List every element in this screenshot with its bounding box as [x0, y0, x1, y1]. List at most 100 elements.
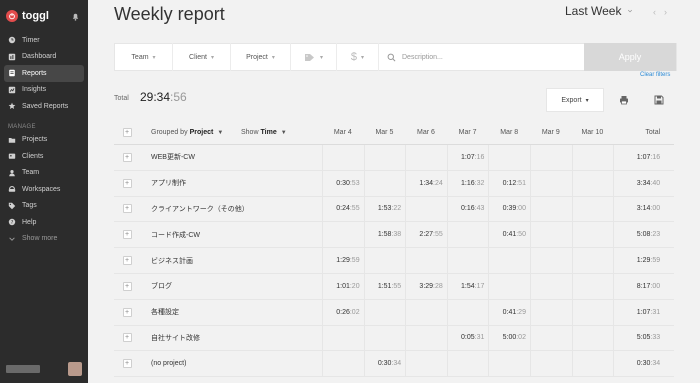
sidebar-show-more[interactable]: Show more — [0, 231, 88, 248]
export-button[interactable]: Export ▾ — [546, 88, 604, 112]
sidebar-item-clients[interactable]: Clients — [0, 148, 88, 165]
table-row[interactable]: + クライアントワーク（その他） 0:24:55 1:53:22 0:16:43 0:39… — [114, 196, 674, 223]
table-row[interactable]: + コード作成-CW 1:58:38 2:27:55 0:41:50 5:08:23 — [114, 222, 674, 249]
save-icon — [654, 95, 664, 105]
time-seconds: :20 — [349, 282, 360, 290]
sidebar-item-tags[interactable]: Tags — [0, 198, 88, 215]
time-hours: 1:16 — [461, 179, 475, 187]
print-button[interactable] — [609, 88, 639, 112]
apply-button[interactable]: Apply — [584, 43, 676, 71]
total-seconds: :34 — [650, 360, 661, 368]
day-cell — [488, 145, 530, 170]
user-name-blurred — [6, 365, 40, 373]
day-cell: 0:41:50 — [488, 222, 530, 248]
chevron-down-icon: ▾ — [271, 54, 275, 61]
table-row[interactable]: + ブログ 1:01:20 1:51:55 3:29:28 1:54:17 8:17:00 — [114, 273, 674, 300]
save-report-button[interactable] — [644, 88, 674, 112]
expand-row-button[interactable]: + — [122, 152, 132, 162]
total-seconds: :40 — [650, 179, 661, 187]
tags-filter[interactable]: ▾ — [291, 43, 337, 71]
day-cell — [571, 351, 614, 377]
brand[interactable]: toggl — [6, 10, 49, 22]
reports-icon — [8, 69, 16, 77]
search-icon — [387, 53, 396, 61]
day-cell — [571, 325, 614, 351]
chevron-left-icon[interactable]: ‹ — [653, 7, 656, 17]
expand-row-button[interactable]: + — [122, 281, 132, 291]
sidebar-item-label: Timer — [22, 36, 40, 44]
day-cell — [322, 145, 364, 170]
day-cell — [405, 145, 447, 170]
time-hours: 0:26 — [336, 308, 350, 316]
sidebar-item-timer[interactable]: Timer — [0, 32, 88, 49]
project-name: ビジネス計画 — [151, 257, 193, 265]
table-row[interactable]: + 自社サイト改修 0:05:31 5:00:02 5:05:33 — [114, 325, 674, 352]
expand-row-button[interactable]: + — [122, 204, 132, 214]
sidebar-item-insights[interactable]: Insights — [0, 82, 88, 99]
chevron-right-icon[interactable]: › — [664, 7, 667, 17]
time-seconds: :22 — [391, 205, 402, 213]
show-value: Time — [260, 129, 277, 136]
expand-row-button[interactable]: + — [122, 256, 132, 266]
project-filter[interactable]: Project ▾ — [231, 43, 291, 71]
day-cell — [405, 196, 447, 222]
expand-row-button[interactable]: + — [122, 230, 132, 240]
clear-filters-link[interactable]: Clear filters — [640, 72, 670, 78]
period-selector[interactable]: Last Week — [565, 4, 633, 18]
grouped-by-selector[interactable]: Grouped by Project ▼ — [140, 129, 225, 136]
table-row[interactable]: + ビジネス計画 1:29:59 1:29:59 — [114, 248, 674, 274]
project-name: WEB更新-CW — [151, 154, 195, 162]
sidebar-item-team[interactable]: Team — [0, 165, 88, 182]
time-hours: 1:54 — [461, 282, 475, 290]
day-header-mar-6: Mar 6 — [417, 129, 435, 136]
sidebar-item-saved-reports[interactable]: Saved Reports — [0, 98, 88, 115]
bell-icon[interactable] — [71, 12, 80, 21]
expand-row-button[interactable]: + — [122, 307, 132, 317]
sidebar-item-label: Help — [22, 218, 37, 226]
expand-row-button[interactable]: + — [122, 178, 132, 188]
day-cell — [363, 299, 406, 325]
day-cell: 1:58:38 — [363, 222, 406, 248]
dashboard-icon — [8, 53, 16, 61]
total-seconds: :00 — [650, 205, 661, 213]
day-cell — [363, 248, 406, 273]
tag-icon — [304, 53, 314, 61]
search-input[interactable]: Description... — [402, 54, 443, 61]
expand-row-button[interactable]: + — [122, 359, 132, 369]
expand-all-button[interactable]: + — [122, 128, 132, 137]
user-profile[interactable] — [6, 361, 82, 377]
expand-row-button[interactable]: + — [122, 333, 132, 343]
sidebar: toggl Timer Dashboard Reports Insights S… — [0, 0, 88, 383]
project-filter-label: Project — [246, 53, 268, 61]
description-search[interactable]: Description... — [379, 53, 584, 62]
table-row[interactable]: + アプリ制作 0:30:53 1:34:24 1:16:32 0:12:51 3:34:4… — [114, 170, 674, 197]
sidebar-item-workspaces[interactable]: Workspaces — [0, 181, 88, 198]
sidebar-item-label: Projects — [22, 136, 48, 144]
time-seconds: :38 — [391, 231, 402, 239]
help-icon: ? — [8, 218, 16, 226]
sidebar-item-label: Reports — [22, 69, 47, 77]
day-cell — [571, 170, 614, 196]
billable-filter[interactable]: $ ▾ — [337, 43, 379, 71]
day-cell — [322, 325, 364, 351]
page-title: Weekly report — [114, 4, 225, 24]
total-hours: 8:17 — [636, 282, 651, 290]
sidebar-item-reports[interactable]: Reports — [4, 65, 84, 82]
total-hours: 29:34 — [140, 90, 171, 104]
chevron-down-icon: ▾ — [319, 54, 323, 61]
table-row[interactable]: + 各種設定 0:26:02 0:41:29 1:07:31 — [114, 299, 674, 326]
day-cell — [571, 273, 614, 299]
show-selector[interactable]: Show Time ▼ — [225, 129, 322, 136]
row-total: 1:07:16 — [613, 145, 665, 170]
total-hours: 1:07 — [636, 153, 651, 161]
table-row[interactable]: + (no project) 0:30:34 0:30:34 — [114, 351, 674, 378]
sidebar-item-dashboard[interactable]: Dashboard — [0, 49, 88, 66]
sidebar-item-projects[interactable]: Projects — [0, 132, 88, 149]
team-filter[interactable]: Team ▾ — [115, 43, 173, 71]
time-hours: 1:34 — [419, 179, 434, 187]
day-cell: 1:01:20 — [322, 273, 364, 299]
table-row[interactable]: + WEB更新-CW 1:07:16 1:07:16 — [114, 145, 674, 171]
sidebar-item-help[interactable]: ? Help — [0, 214, 88, 231]
client-filter[interactable]: Client ▾ — [173, 43, 231, 71]
total-seconds: :23 — [650, 231, 661, 239]
